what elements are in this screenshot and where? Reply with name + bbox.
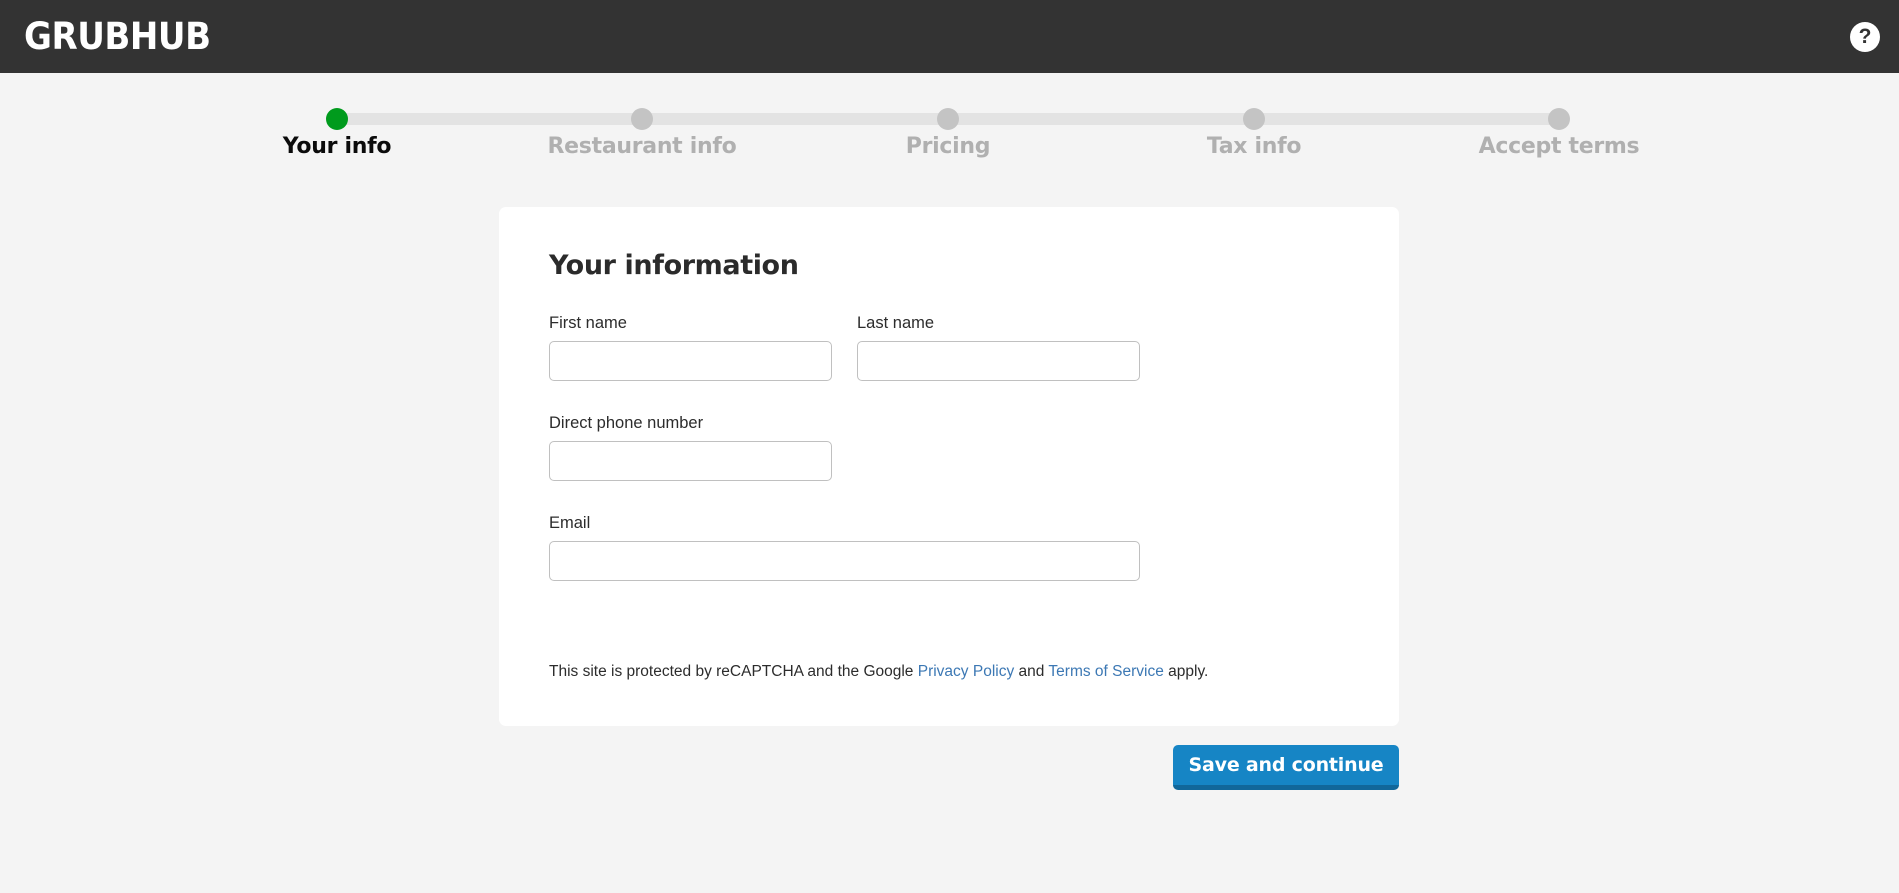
page-title: Your information <box>549 250 799 281</box>
last-name-field-group: Last name <box>857 313 1140 381</box>
first-name-input[interactable] <box>549 341 832 381</box>
step-dot-accept-terms[interactable] <box>1548 108 1570 130</box>
step-label-pricing: Pricing <box>905 134 991 159</box>
step-dot-your-info[interactable] <box>326 108 348 130</box>
last-name-input[interactable] <box>857 341 1140 381</box>
first-name-label: First name <box>549 314 627 332</box>
phone-field-group: Direct phone number <box>549 413 832 481</box>
terms-of-service-link[interactable]: Terms of Service <box>1048 663 1163 680</box>
email-label: Email <box>549 514 591 532</box>
recaptcha-text-after: apply. <box>1163 663 1209 680</box>
top-header-bar: GRUBHUB ? <box>0 0 1899 73</box>
recaptcha-notice: This site is protected by reCAPTCHA and … <box>549 662 1208 682</box>
privacy-policy-link[interactable]: Privacy Policy <box>918 663 1014 680</box>
progress-stepper: Your info Restaurant info Pricing Tax in… <box>283 108 1640 176</box>
last-name-label: Last name <box>857 314 935 332</box>
step-label-your-info: Your info <box>282 134 392 159</box>
phone-input[interactable] <box>549 441 832 481</box>
email-input[interactable] <box>549 541 1140 581</box>
recaptcha-text-before: This site is protected by reCAPTCHA and … <box>549 663 918 680</box>
step-label-accept-terms: Accept terms <box>1478 134 1640 159</box>
help-button[interactable]: ? <box>1850 22 1880 52</box>
recaptcha-text-middle: and <box>1014 663 1049 680</box>
email-field-group: Email <box>549 513 1140 581</box>
phone-label: Direct phone number <box>549 414 704 432</box>
first-name-field-group: First name <box>549 313 832 381</box>
grubhub-logo[interactable]: GRUBHUB <box>24 14 211 59</box>
step-label-restaurant-info: Restaurant info <box>547 134 737 159</box>
step-dot-restaurant-info[interactable] <box>631 108 653 130</box>
your-information-card: Your information First name Last name Di… <box>499 207 1399 726</box>
step-dot-tax-info[interactable] <box>1243 108 1265 130</box>
save-and-continue-button[interactable]: Save and continue <box>1173 745 1399 790</box>
question-mark-circle-icon: ? <box>1858 25 1872 48</box>
step-label-tax-info: Tax info <box>1206 134 1302 159</box>
step-dot-pricing[interactable] <box>937 108 959 130</box>
